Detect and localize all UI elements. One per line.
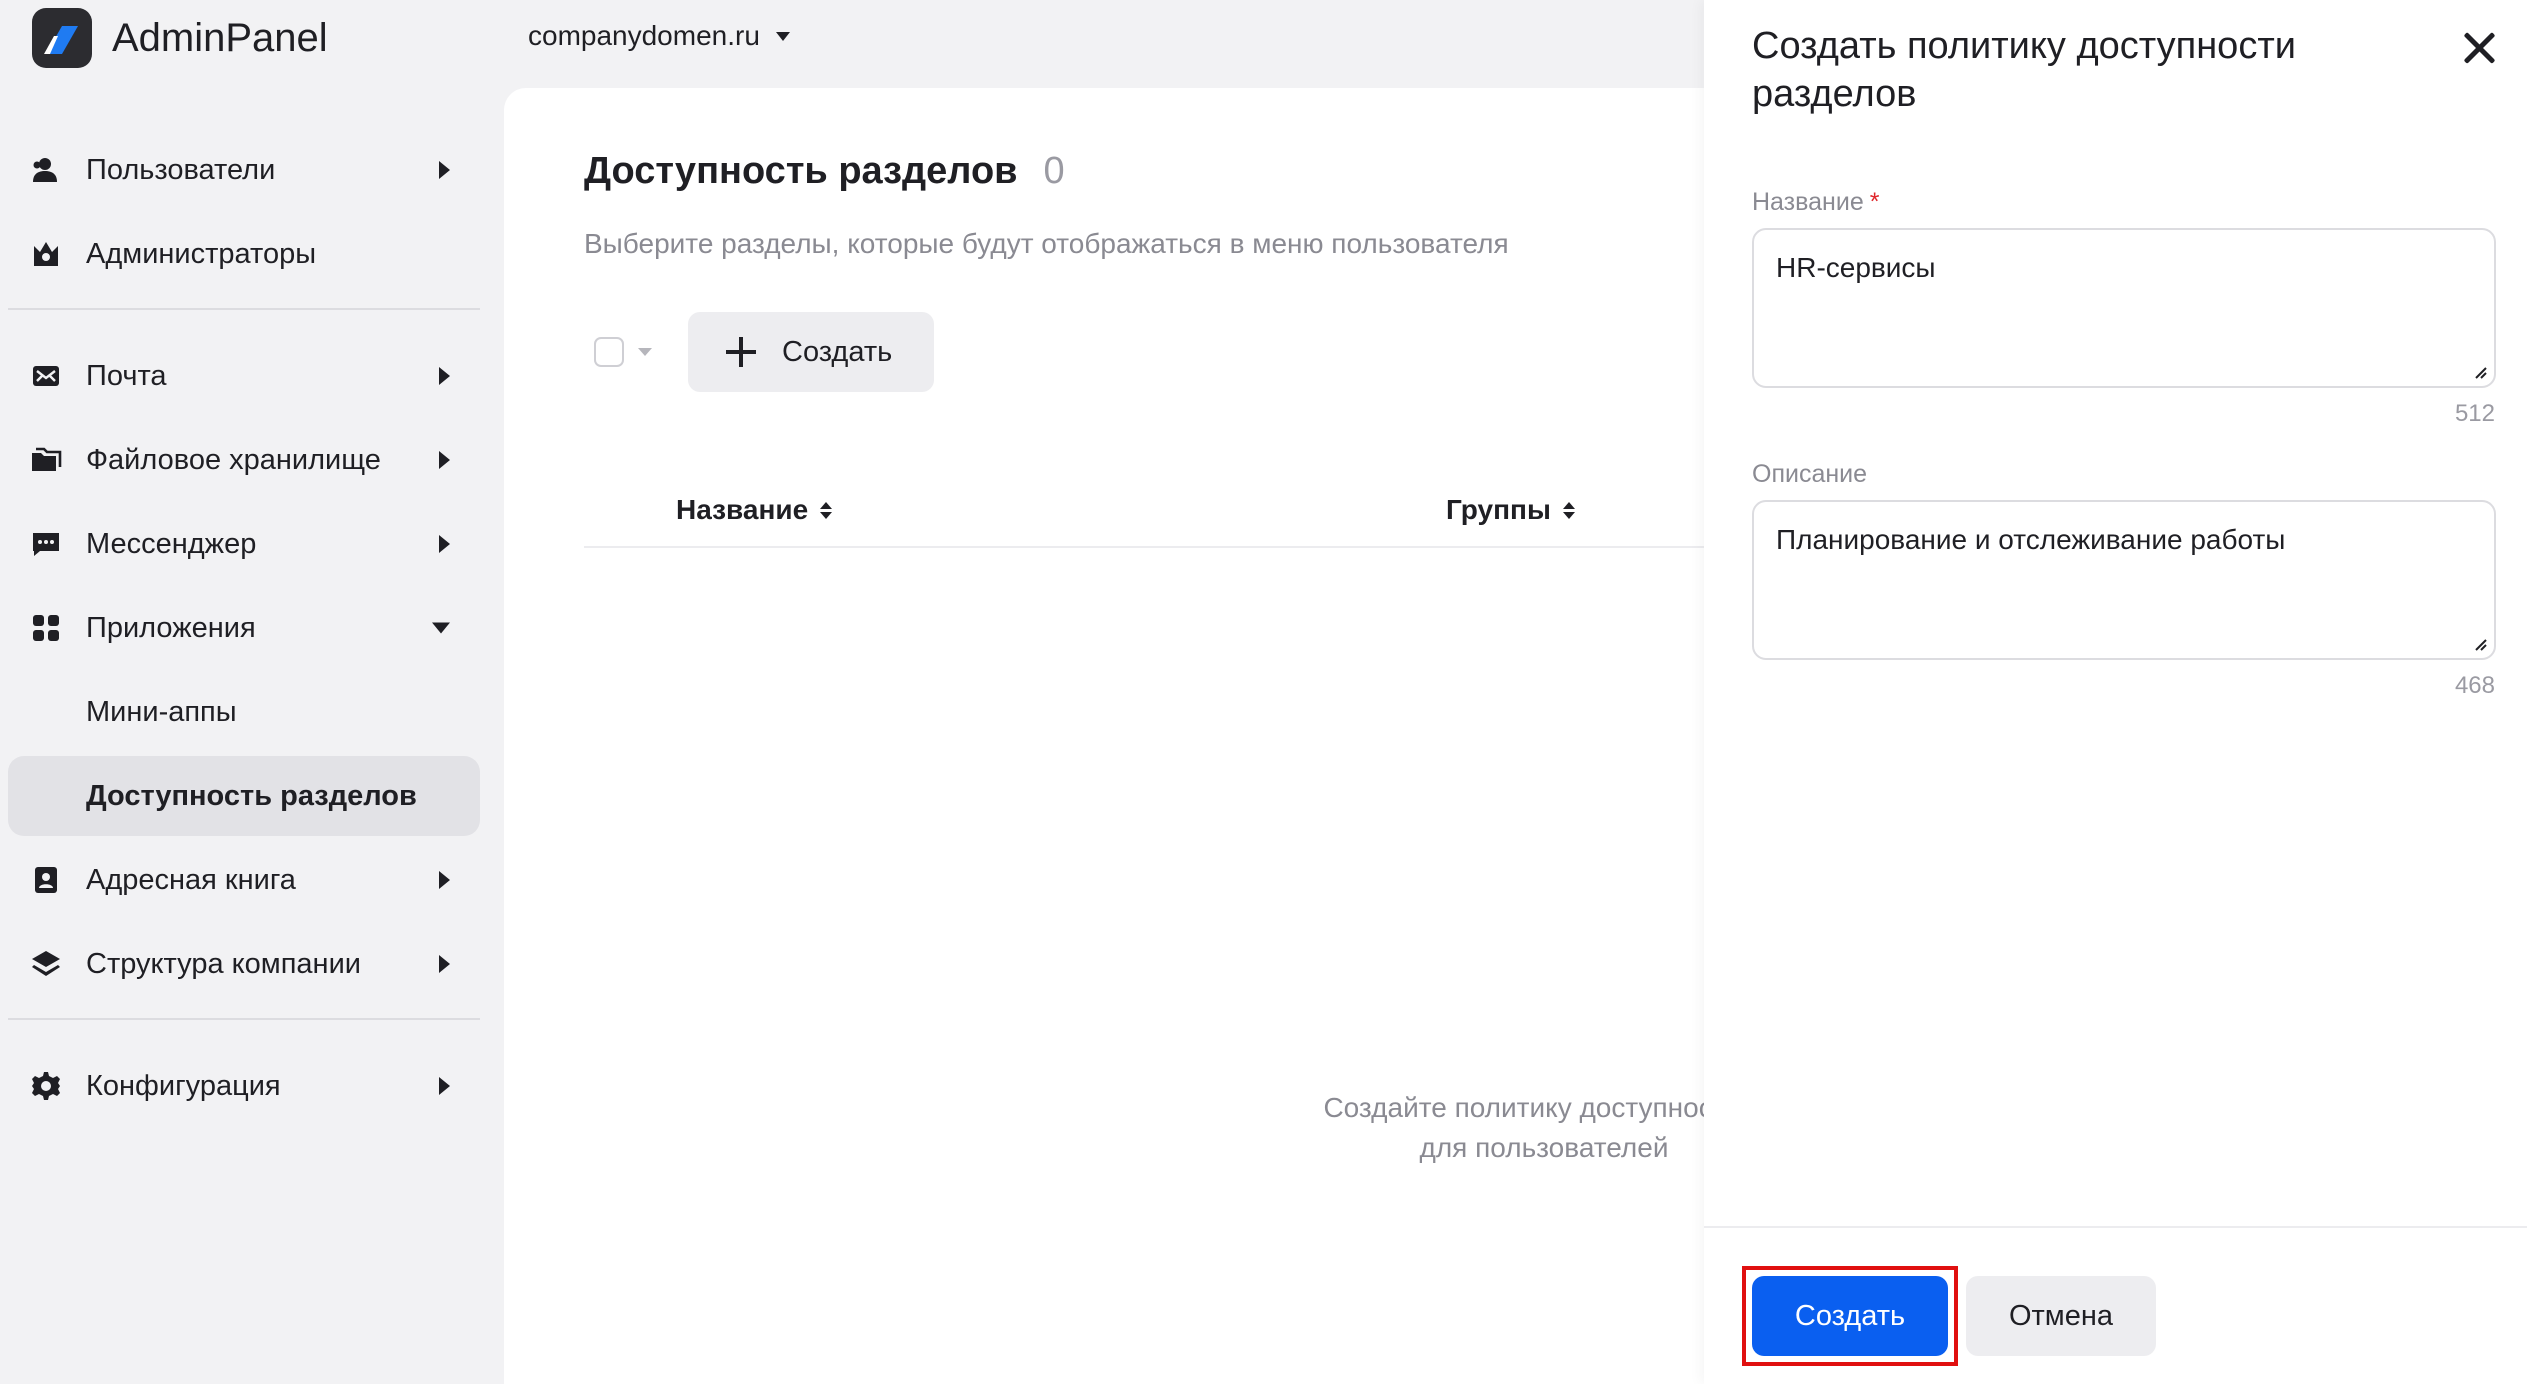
sort-icon xyxy=(820,501,833,519)
layers-icon xyxy=(30,948,62,980)
create-policy-drawer: Создать политику доступности разделов На… xyxy=(1704,0,2527,1384)
column-header-name[interactable]: Название xyxy=(676,494,833,526)
sidebar-item-label: Конфигурация xyxy=(86,1069,281,1102)
cancel-button[interactable]: Отмена xyxy=(1966,1276,2156,1356)
resize-grip-icon[interactable] xyxy=(2472,636,2488,652)
chevron-down-icon xyxy=(432,622,450,634)
select-menu-chevron-icon[interactable] xyxy=(638,348,652,356)
description-field-label: Описание xyxy=(1752,460,1868,488)
name-char-counter: 512 xyxy=(2454,400,2495,427)
resize-grip-icon[interactable] xyxy=(2472,364,2488,380)
drawer-title: Создать политику доступности разделов xyxy=(1752,25,2296,115)
domain-value: companydomen.ru xyxy=(528,20,760,51)
sidebar-item-apps[interactable]: Приложения xyxy=(8,588,480,668)
mail-icon xyxy=(30,360,62,392)
sidebar-item-company-structure[interactable]: Структура компании xyxy=(8,924,480,1004)
description-field[interactable]: Планирование и отслеживание работы xyxy=(1752,500,2496,660)
create-policy-button[interactable]: Создать xyxy=(688,312,935,392)
sidebar-item-label: Структура компании xyxy=(86,947,361,980)
chevron-right-icon xyxy=(439,161,450,179)
address-book-icon xyxy=(30,864,62,896)
page-title: Доступность разделов 0 xyxy=(584,150,1065,193)
chevron-right-icon xyxy=(439,451,450,469)
sidebar-item-section-access[interactable]: Доступность разделов xyxy=(8,756,480,836)
plus-icon xyxy=(726,337,756,367)
sidebar-item-label: Мини-аппы xyxy=(86,695,237,728)
sidebar-item-admins[interactable]: Администраторы xyxy=(8,214,480,294)
column-header-label: Название xyxy=(676,494,809,525)
sidebar-item-configuration[interactable]: Конфигурация xyxy=(8,1046,480,1126)
column-header-label: Группы xyxy=(1446,494,1551,525)
sort-icon xyxy=(1562,501,1575,519)
app-title: AdminPanel xyxy=(112,15,328,60)
name-field-value: HR-сервисы xyxy=(1776,252,1936,283)
sidebar-item-file-storage[interactable]: Файловое хранилище xyxy=(8,420,480,500)
sidebar: Пользователи Администраторы Почта Файлов… xyxy=(8,130,480,1130)
close-icon[interactable] xyxy=(2461,30,2497,66)
sidebar-item-address-book[interactable]: Адресная книга xyxy=(8,840,480,920)
admin-crown-icon xyxy=(30,238,62,270)
chevron-right-icon xyxy=(439,367,450,385)
chevron-right-icon xyxy=(439,1077,450,1095)
items-count: 0 xyxy=(1043,150,1065,192)
description-char-counter: 468 xyxy=(2454,672,2495,699)
name-label-text: Название xyxy=(1752,188,1864,216)
page-subtitle: Выберите разделы, которые будут отобража… xyxy=(584,228,1509,259)
domain-selector[interactable]: companydomen.ru xyxy=(528,14,790,58)
sidebar-item-users[interactable]: Пользователи xyxy=(8,130,480,210)
gear-icon xyxy=(30,1070,62,1102)
sidebar-divider xyxy=(8,1018,480,1020)
toolbar: Создать xyxy=(594,312,935,392)
chat-icon xyxy=(30,528,62,560)
sidebar-item-label: Файловое хранилище xyxy=(86,443,381,476)
sidebar-item-label: Приложения xyxy=(86,611,256,644)
column-header-groups[interactable]: Группы xyxy=(1446,494,1575,526)
apps-grid-icon xyxy=(30,612,62,644)
sidebar-item-label: Мессенджер xyxy=(86,527,257,560)
create-button-label: Создать xyxy=(782,335,893,368)
sidebar-item-label: Почта xyxy=(86,359,167,392)
sidebar-item-mail[interactable]: Почта xyxy=(8,336,480,416)
sidebar-item-label: Адресная книга xyxy=(86,863,296,896)
name-field-label: Название * xyxy=(1752,188,1879,217)
chevron-down-icon xyxy=(775,31,790,41)
sidebar-item-label: Администраторы xyxy=(86,237,317,270)
users-icon xyxy=(30,154,62,186)
required-marker: * xyxy=(1869,188,1880,216)
sidebar-item-messenger[interactable]: Мессенджер xyxy=(8,504,480,584)
table-header: Название Группы xyxy=(584,468,1844,548)
sidebar-item-label: Пользователи xyxy=(86,153,276,186)
description-field-value: Планирование и отслеживание работы xyxy=(1776,524,2286,555)
chevron-right-icon xyxy=(439,955,450,973)
sidebar-item-label: Доступность разделов xyxy=(86,779,417,812)
logo-icon xyxy=(32,8,92,68)
chevron-right-icon xyxy=(439,871,450,889)
drawer-footer-divider xyxy=(1704,1226,2527,1228)
page-title-text: Доступность разделов xyxy=(584,150,1018,192)
chevron-right-icon xyxy=(439,535,450,553)
sidebar-item-mini-apps[interactable]: Мини-аппы xyxy=(8,672,480,752)
admin-app: AdminPanel companydomen.ru Пользователи … xyxy=(0,0,2527,1384)
submit-create-button[interactable]: Создать xyxy=(1752,1276,1948,1356)
name-field[interactable]: HR-сервисы xyxy=(1752,228,2496,388)
app-logo[interactable]: AdminPanel xyxy=(32,6,328,70)
main-content: Доступность разделов 0 Выберите разделы,… xyxy=(504,88,1844,1384)
folder-icon xyxy=(30,444,62,476)
sidebar-divider xyxy=(8,308,480,310)
select-all-checkbox[interactable] xyxy=(594,337,624,367)
